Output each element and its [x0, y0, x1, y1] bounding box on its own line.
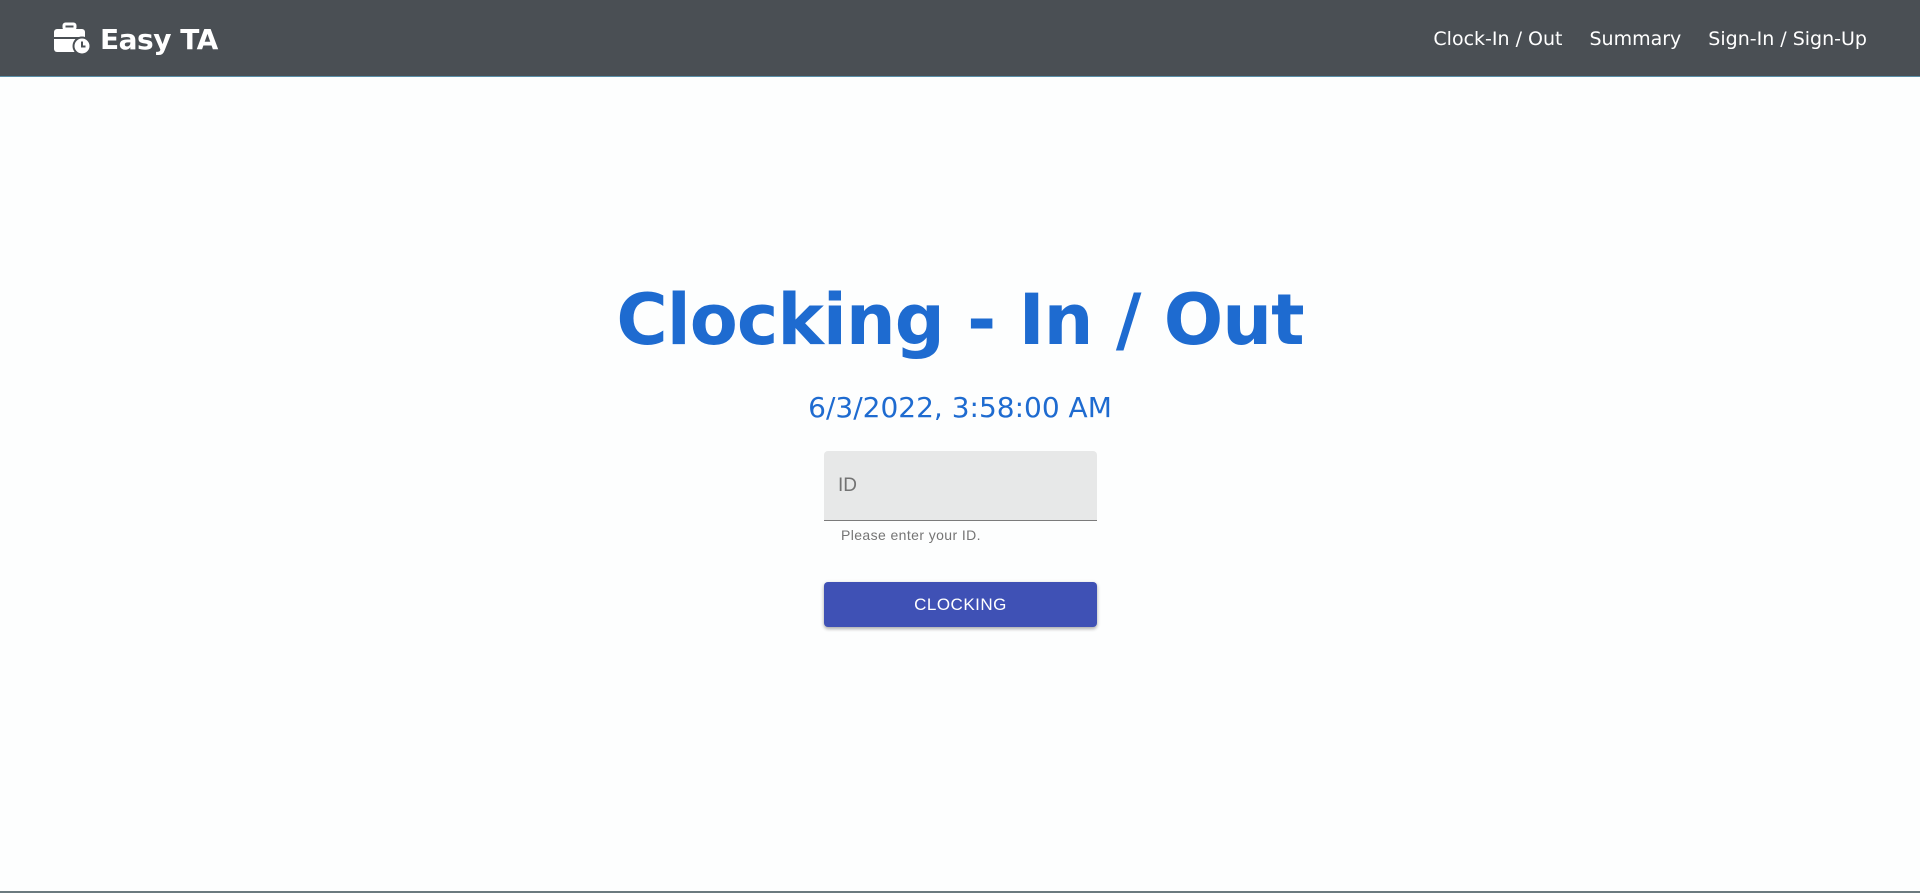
current-datetime: 6/3/2022, 3:58:00 AM: [808, 391, 1112, 424]
top-navbar: Easy TA Clock-In / Out Summary Sign-In /…: [0, 0, 1920, 77]
page-title: Clocking - In / Out: [616, 279, 1304, 361]
nav-link-summary[interactable]: Summary: [1589, 28, 1681, 50]
id-helper-text: Please enter your ID.: [841, 527, 981, 543]
nav-links: Clock-In / Out Summary Sign-In / Sign-Up: [1406, 0, 1867, 77]
briefcase-clock-icon: [53, 22, 92, 56]
clocking-button[interactable]: CLOCKING: [824, 582, 1097, 627]
id-field: [824, 451, 1097, 521]
brand-link[interactable]: Easy TA: [53, 22, 218, 56]
nav-link-sign-in-sign-up[interactable]: Sign-In / Sign-Up: [1708, 28, 1867, 50]
nav-link-clock-in-out[interactable]: Clock-In / Out: [1433, 28, 1562, 50]
id-input[interactable]: [824, 451, 1097, 520]
brand-name: Easy TA: [100, 22, 218, 56]
